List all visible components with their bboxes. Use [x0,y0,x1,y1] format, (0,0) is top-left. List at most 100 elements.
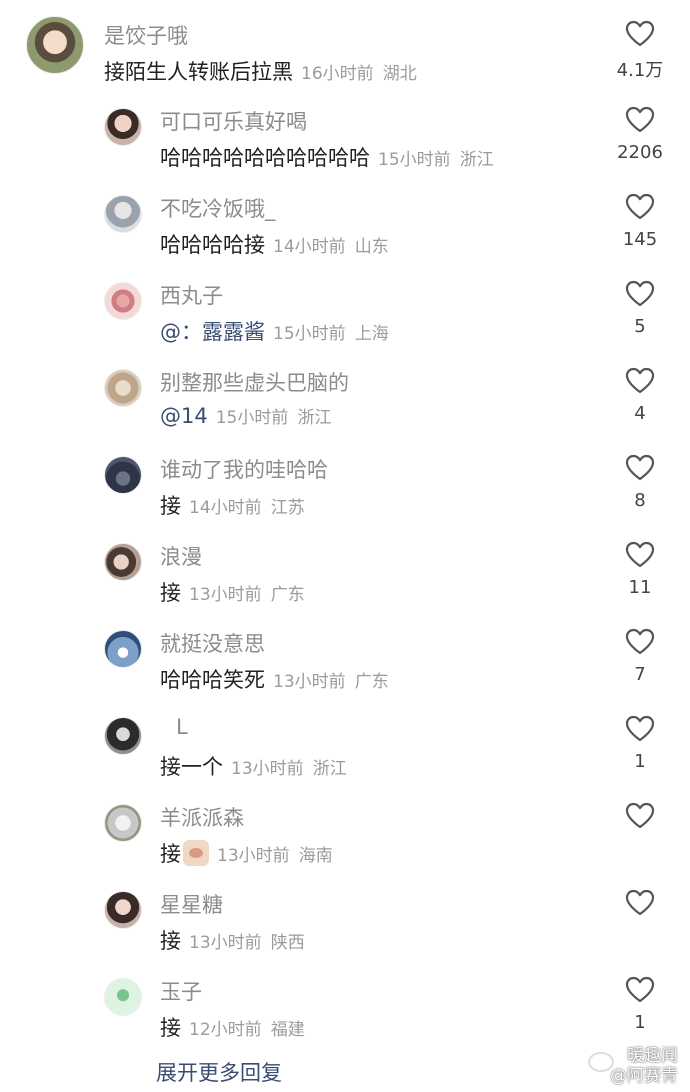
comment-text: 哈哈哈笑死 [160,668,265,692]
username[interactable]: 羊派派森 [160,802,244,832]
watermark-line2: @阿赛青 [610,1066,678,1086]
like-count: 8 [634,490,646,511]
comment-text: 接 [160,1016,181,1040]
emoji-sticker-icon [183,840,209,866]
like-button[interactable]: 11 [610,541,670,598]
heart-outline-icon [625,193,655,220]
like-button[interactable]: 1 [610,976,670,1033]
comment-location: 广东 [270,585,305,605]
comment-time: 13小时前 [189,933,262,953]
like-count: 11 [628,577,652,598]
like-count: 7 [634,664,646,685]
expand-more-replies-button[interactable]: 展开更多回复 [156,1057,282,1087]
avatar[interactable] [104,369,142,407]
comment-location: 湖北 [382,64,417,84]
like-button[interactable] [610,802,670,838]
comment-line: 接 13小时前 陕西 [160,925,305,955]
like-count: 2206 [617,142,663,163]
like-button[interactable]: 5 [610,280,670,337]
watermark-line1: 暖趣闻 [627,1046,678,1066]
avatar[interactable] [104,456,142,494]
like-button[interactable]: 8 [610,454,670,511]
avatar[interactable] [104,108,142,146]
heart-outline-icon [625,976,655,1003]
comment-time: 15小时前 [378,150,451,170]
comment-time: 15小时前 [215,408,289,428]
comment-location: 浙江 [459,150,494,170]
username[interactable]: 星星糖 [160,889,223,919]
avatar[interactable] [104,630,142,668]
username[interactable]: 浪漫 [160,541,202,571]
like-button[interactable]: 145 [610,193,670,250]
avatar[interactable] [104,804,142,842]
comment-line: 接陌生人转账后拉黑 16小时前 湖北 [104,56,417,86]
comment-line: 接一个 13小时前 浙江 [160,751,347,781]
comment-location: 陕西 [270,933,305,953]
avatar[interactable] [104,978,142,1016]
comment-text: 接一个 [160,755,223,779]
comment-line: @：露露酱 15小时前 上海 [160,316,389,346]
heart-outline-icon [625,280,655,307]
like-count: 1 [634,751,646,772]
like-count: 1 [634,1012,646,1033]
like-button[interactable] [610,889,670,925]
like-count: 145 [622,229,658,250]
comment-text: 哈哈哈哈哈哈哈哈哈哈 [160,146,370,170]
comment-time: 15小时前 [273,324,346,344]
username[interactable]: 西丸子 [160,280,223,310]
username[interactable]: 是饺子哦 [104,20,188,50]
comment-text: 接 [160,581,181,605]
username[interactable]: 就挺没意思 [160,628,265,658]
like-button[interactable]: 4.1万 [610,20,670,82]
avatar[interactable] [104,282,142,320]
comment-time: 16小时前 [301,64,374,84]
comment-text: 接陌生人转账后拉黑 [104,60,293,84]
comment-time: 12小时前 [189,1020,262,1040]
comment-text: 哈哈哈哈接 [160,233,265,257]
like-count: 4 [634,403,646,424]
comment-text: 接 [160,494,181,518]
comment-location: 浙江 [297,408,332,428]
comment-time: 14小时前 [273,237,346,257]
avatar[interactable] [26,16,84,74]
comment-time: 13小时前 [273,672,346,692]
comment-text[interactable]: @：露露酱 [160,320,265,344]
username[interactable]: 别整那些虚头巴脑的 [160,367,349,397]
like-button[interactable]: 1 [610,715,670,772]
username[interactable]: 不吃冷饭哦_ [160,193,276,223]
username[interactable]: 玉子 [160,976,202,1006]
like-button[interactable]: 4 [610,367,670,424]
avatar[interactable] [104,195,142,233]
comment-location: 海南 [298,846,333,866]
heart-outline-icon [625,454,655,481]
comment-text: 接 [160,929,181,953]
comment-time: 13小时前 [189,585,262,605]
comment-time: 13小时前 [217,846,290,866]
avatar[interactable] [104,543,142,581]
comment-line: 接 14小时前 江苏 [160,490,305,520]
comment-line: @14 15小时前 浙江 [160,403,331,428]
heart-outline-icon [625,628,655,655]
comment-location: 福建 [270,1020,305,1040]
comment-text[interactable]: @14 [160,404,208,428]
comment-location: 山东 [354,237,389,257]
like-button[interactable]: 7 [610,628,670,685]
comment-time: 13小时前 [231,759,304,779]
comment-line: 接 13小时前 广东 [160,577,305,607]
comment-line: 哈哈哈笑死 13小时前 广东 [160,664,389,694]
watermark: 暖趣闻 @阿赛青 [610,1046,678,1086]
username[interactable]: 谁动了我的哇哈哈 [160,454,328,484]
comment-line: 接 12小时前 福建 [160,1012,305,1042]
comment-text: 接 [160,842,181,866]
avatar[interactable] [104,891,142,929]
comment-line: 接 13小时前 海南 [160,838,333,868]
heart-outline-icon [625,715,655,742]
comment-location: 广东 [354,672,389,692]
avatar[interactable] [104,717,142,755]
username[interactable]: L [176,715,188,739]
heart-outline-icon [625,541,655,568]
comment-time: 14小时前 [189,498,262,518]
like-button[interactable]: 2206 [610,106,670,163]
username[interactable]: 可口可乐真好喝 [160,106,307,136]
like-count: 5 [634,316,646,337]
